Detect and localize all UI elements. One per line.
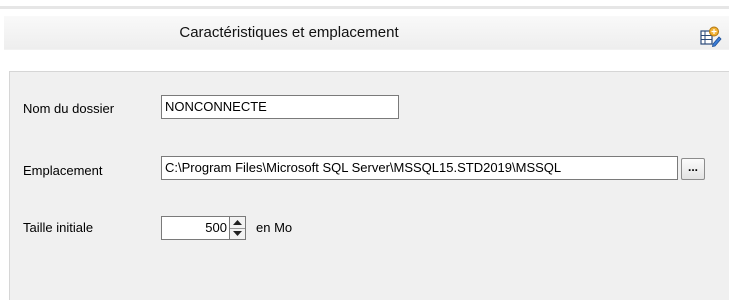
initial-size-label: Taille initiale — [23, 220, 94, 235]
browse-button[interactable]: ... — [681, 158, 705, 180]
location-field[interactable]: C:\Program Files\Microsoft SQL Server\MS… — [161, 156, 678, 180]
properties-icon[interactable] — [700, 25, 722, 47]
folder-name-field[interactable]: NONCONNECTE — [161, 95, 399, 119]
size-unit-label: en Mo — [256, 220, 293, 235]
section-title: Caractéristiques et emplacement — [179, 24, 399, 41]
initial-size-spinner[interactable] — [229, 216, 246, 240]
section-header: Caractéristiques et emplacement — [4, 16, 729, 50]
initial-size-field[interactable]: 500 — [161, 216, 230, 240]
section-gap — [4, 50, 729, 70]
top-divider — [0, 6, 729, 9]
arrow-up-icon — [233, 220, 242, 225]
window: Caractéristiques et emplacement Nom du d… — [0, 0, 729, 300]
folder-name-label: Nom du dossier — [23, 101, 115, 116]
location-label: Emplacement — [23, 163, 103, 178]
arrow-down-icon — [233, 231, 242, 236]
spin-down-button[interactable] — [230, 228, 245, 239]
